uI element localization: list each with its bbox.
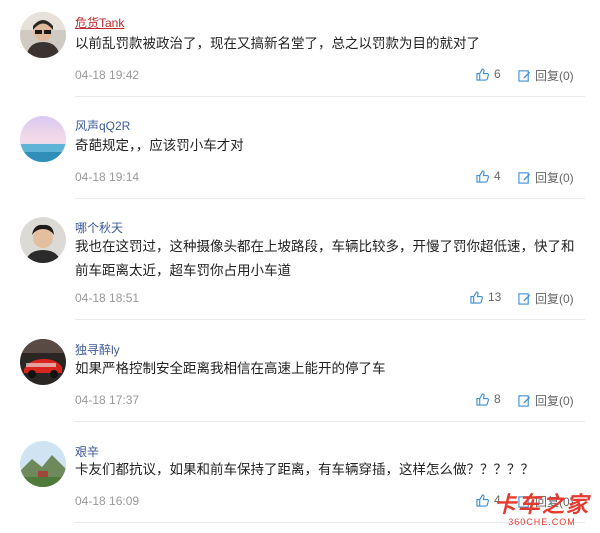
thumbs-up-icon bbox=[476, 169, 489, 183]
reply-label: 回复(0) bbox=[535, 394, 574, 408]
username[interactable]: 风声qQ2R bbox=[75, 117, 130, 134]
reply-label: 回复(0) bbox=[535, 69, 574, 83]
reply-button[interactable]: 回复(0) bbox=[518, 290, 574, 307]
thumbs-up-icon bbox=[476, 392, 489, 406]
like-count: 13 bbox=[488, 290, 502, 304]
reply-label: 回复(0) bbox=[535, 292, 574, 306]
divider bbox=[75, 198, 585, 199]
like-count: 8 bbox=[494, 392, 501, 406]
timestamp: 04-18 17:37 bbox=[75, 393, 140, 407]
like-button[interactable]: 8 bbox=[476, 392, 501, 406]
reply-label: 回复(0) bbox=[535, 171, 574, 185]
comment-text: 我也在这罚过，这种摄像头都在上坡路段，车辆比较多，开慢了罚你超低速，快了和前车距… bbox=[75, 239, 575, 278]
like-count: 6 bbox=[494, 67, 501, 81]
timestamp: 04-18 18:51 bbox=[75, 291, 140, 305]
thumbs-up-icon bbox=[476, 493, 489, 507]
watermark-url: 360CHE.COM bbox=[508, 517, 576, 527]
reply-button[interactable]: 回复(0) bbox=[518, 67, 574, 84]
username[interactable]: 危货Tank bbox=[75, 14, 124, 31]
like-button[interactable]: 6 bbox=[476, 67, 501, 81]
divider bbox=[75, 319, 585, 320]
comment-text: 奇葩规定，，应该罚小车才对 bbox=[75, 138, 244, 153]
site-watermark: 卡车之家 360CHE.COM bbox=[493, 492, 590, 528]
avatar[interactable] bbox=[20, 339, 66, 385]
username[interactable]: 哪个秋天 bbox=[75, 219, 123, 236]
like-button[interactable]: 13 bbox=[470, 290, 501, 304]
reply-edit-icon bbox=[518, 172, 531, 184]
divider bbox=[75, 96, 585, 97]
avatar[interactable] bbox=[20, 441, 66, 487]
divider bbox=[75, 421, 585, 422]
reply-edit-icon bbox=[518, 70, 531, 82]
reply-edit-icon bbox=[518, 395, 531, 407]
thumbs-up-icon bbox=[470, 290, 483, 304]
reply-button[interactable]: 回复(0) bbox=[518, 169, 574, 186]
like-count: 4 bbox=[494, 169, 501, 183]
watermark-title: 卡车之家 bbox=[493, 492, 590, 517]
comment-text: 如果严格控制安全距离我相信在高速上能开的停了车 bbox=[75, 361, 386, 376]
comment-text: 卡友们都抗议，如果和前车保持了距离，有车辆穿插，这样怎么做？？？？？ bbox=[75, 462, 534, 477]
timestamp: 04-18 19:42 bbox=[75, 68, 140, 82]
like-button[interactable]: 4 bbox=[476, 169, 501, 183]
avatar[interactable] bbox=[20, 217, 66, 263]
thumbs-up-icon bbox=[476, 67, 489, 81]
avatar[interactable] bbox=[20, 116, 66, 162]
username[interactable]: 独寻醉ly bbox=[75, 341, 120, 358]
comment-text: 以前乱罚款被政治了，现在又搞新名堂了，总之以罚款为目的就对了 bbox=[75, 36, 480, 51]
timestamp: 04-18 19:14 bbox=[75, 170, 140, 184]
avatar[interactable] bbox=[20, 12, 66, 58]
reply-button[interactable]: 回复(0) bbox=[518, 392, 574, 409]
reply-edit-icon bbox=[518, 293, 531, 305]
timestamp: 04-18 16:09 bbox=[75, 494, 140, 508]
